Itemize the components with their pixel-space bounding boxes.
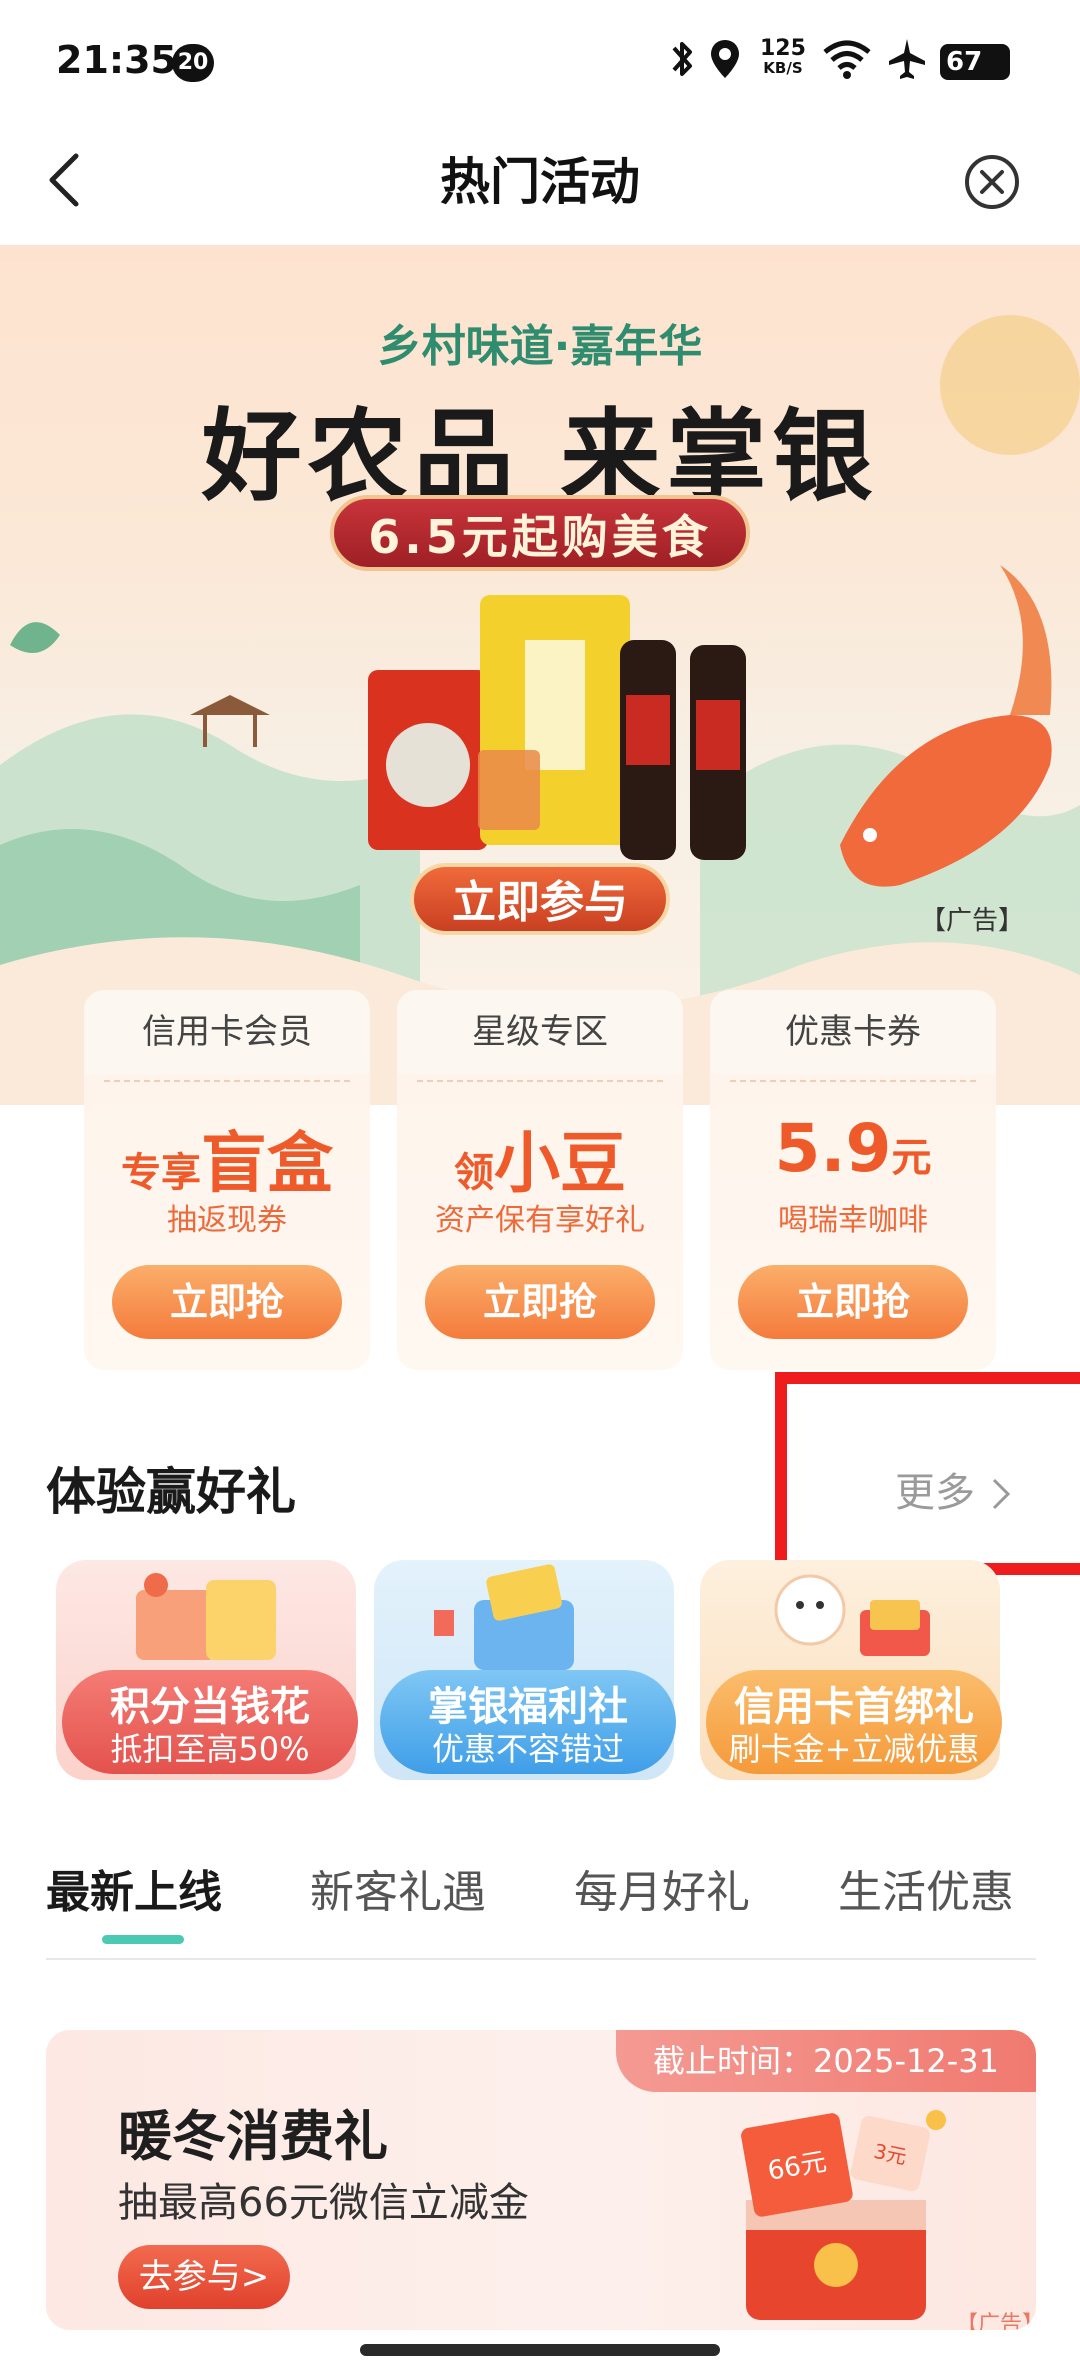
card-headline-highlight: 5.9 [774,1110,892,1187]
tab-new-customer[interactable]: 新客礼遇 [310,1856,486,1920]
notification-count-badge: 20 [172,44,214,82]
card-credit-card-member[interactable]: 信用卡会员 专享盲盒 抽返现券 立即抢 [84,990,370,1370]
card-star-zone[interactable]: 星级专区 领小豆 资产保有享好礼 立即抢 [397,990,683,1370]
ad-label: 【广告】 [920,906,1025,936]
join-button[interactable]: 去参与> [118,2245,290,2309]
tab-monthly-gifts[interactable]: 每月好礼 [574,1856,750,1920]
card-headline: 5.9元 [710,1110,996,1187]
card-box-icon [434,1564,574,1670]
card-description: 抽返现券 [167,1203,287,1238]
active-tab-indicator [102,1935,184,1944]
card-headline-prefix: 专享 [121,1150,201,1196]
status-bar: 21:35 20 125 KB/S 67 [0,0,1080,125]
banner-price-pill: 6.5元起购美食 [330,495,750,571]
network-speed: 125 KB/S [760,36,806,77]
highlight-annotation-box [775,1372,1080,1575]
deadline-badge: 截止时间：2025-12-31 [616,2030,1036,2092]
tab-life-offers[interactable]: 生活优惠 [838,1856,1014,1920]
network-speed-unit: KB/S [763,59,803,77]
card-description: 资产保有享好礼 [435,1203,645,1238]
card-divider [730,1080,976,1082]
tile-credit-card-bind[interactable]: 信用卡首绑礼 刷卡金+立减优惠 [700,1560,1002,1780]
tile-welfare-club[interactable]: 掌银福利社 优惠不容错过 [374,1560,676,1780]
location-icon [711,40,739,78]
bluetooth-icon [672,42,692,76]
activity-description: 抽最高66元微信立减金 [118,2180,529,2226]
card-tab-label: 信用卡会员 [84,990,370,1074]
tile-subtitle: 优惠不容错过 [431,1730,624,1768]
card-divider [104,1080,350,1082]
card-divider [417,1080,663,1082]
promo-banner[interactable]: 乡村味道·嘉年华 好农品 来掌银 6.5元起购美食 立即参与 【广告】 [0,245,1080,1105]
section-title: 体验赢好礼 [46,1463,296,1521]
home-indicator[interactable] [360,2344,720,2356]
card-headline-prefix: 领 [454,1150,494,1196]
red-envelope-gift-icon: 66元 3元 [741,2110,946,2320]
ad-label: 【广告】 [956,2312,1036,2330]
card-headline-highlight: 盲盒 [201,1125,333,1202]
card-headline: 领小豆 [397,1110,683,1206]
mascot-icon [774,1574,930,1656]
banner-subtitle: 乡村味道·嘉年华 [377,321,703,372]
wifi-icon [823,40,871,79]
page-title: 热门活动 [440,153,640,211]
airplane-mode-icon [889,39,925,79]
card-headline-suffix: 元 [891,1135,932,1181]
banner-illustration [0,315,1080,1105]
card-description: 喝瑞幸咖啡 [778,1203,928,1238]
card-coupons[interactable]: 优惠卡券 5.9元 喝瑞幸咖啡 立即抢 [710,990,996,1370]
network-speed-value: 125 [760,36,806,61]
tile-subtitle: 刷卡金+立减优惠 [728,1730,980,1768]
activity-card[interactable]: 截止时间：2025-12-31 暖冬消费礼 抽最高66元微信立减金 去参与> 6… [46,2030,1036,2330]
tab-divider [46,1958,1036,1960]
gift-box-icon [136,1573,276,1660]
grab-now-button[interactable]: 立即抢 [738,1265,968,1339]
card-tab-label: 优惠卡券 [710,990,996,1074]
tile-label-pill: 信用卡首绑礼 刷卡金+立减优惠 [706,1670,1002,1774]
close-icon[interactable] [962,152,1022,212]
activity-title: 暖冬消费礼 [118,2105,388,2168]
card-tab-label: 星级专区 [397,990,683,1074]
status-time: 21:35 [56,38,177,82]
card-headline: 专享盲盒 [84,1110,370,1206]
tile-label-pill: 掌银福利社 优惠不容错过 [380,1670,676,1774]
banner-join-button[interactable]: 立即参与 [410,863,670,935]
grab-now-button[interactable]: 立即抢 [425,1265,655,1339]
tab-latest[interactable]: 最新上线 [46,1856,222,1920]
card-headline-highlight: 小豆 [494,1125,626,1202]
tile-label-pill: 积分当钱花 抵扣至高50% [62,1670,358,1774]
grab-now-button[interactable]: 立即抢 [112,1265,342,1339]
tile-points[interactable]: 积分当钱花 抵扣至高50% [56,1560,358,1780]
battery-indicator: 67 [940,44,1010,80]
tile-subtitle: 抵扣至高50% [110,1730,310,1768]
